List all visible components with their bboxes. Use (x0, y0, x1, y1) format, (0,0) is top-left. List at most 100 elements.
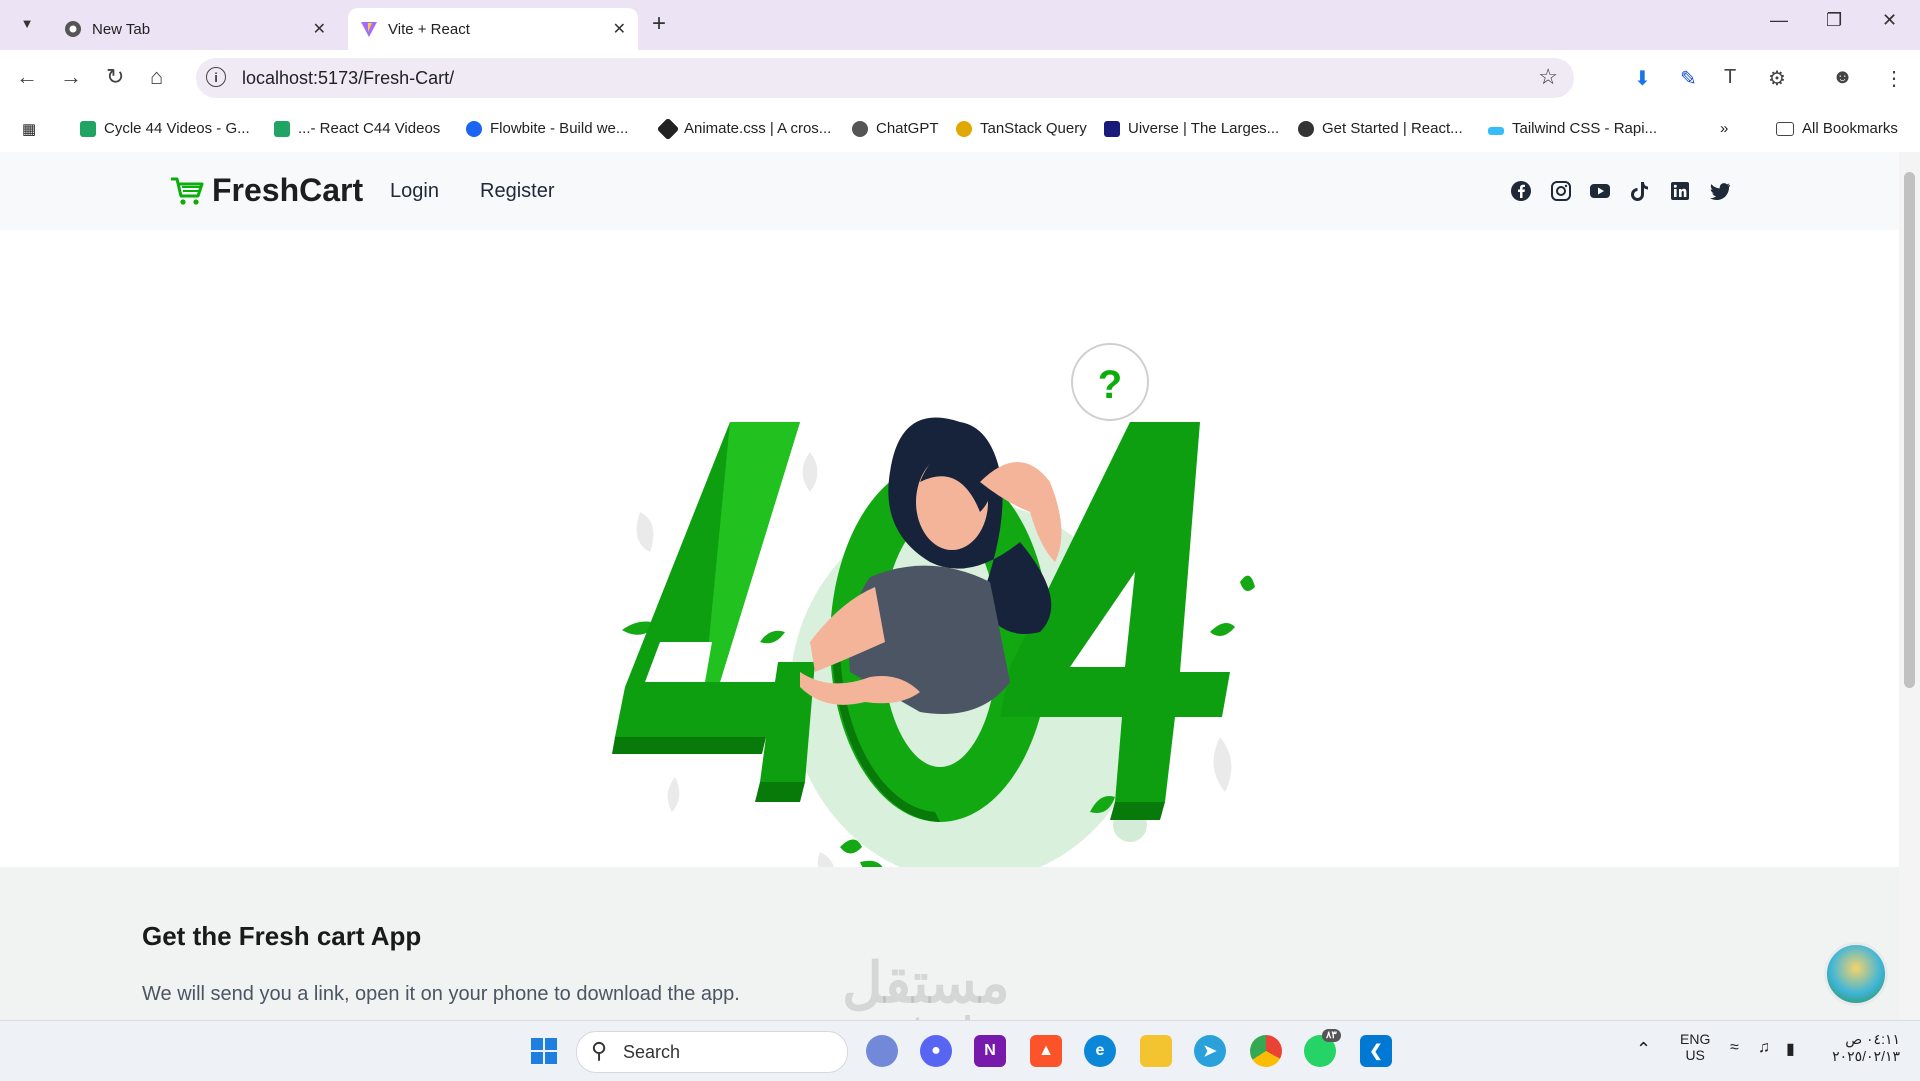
file-explorer-icon[interactable] (1140, 1035, 1172, 1067)
drive-icon (274, 120, 290, 137)
clock[interactable]: ٠٤:١١ ص ٢٠٢٥/٠٢/١٣ (1830, 1031, 1900, 1065)
all-bookmarks[interactable]: All Bookmarks (1776, 120, 1898, 137)
brand-name: FreshCart (212, 172, 364, 208)
question-mark: ? (1098, 363, 1122, 407)
minimize-icon[interactable]: — (1770, 10, 1788, 31)
decor-leaf (636, 512, 654, 552)
language-indicator[interactable]: ENG US (1680, 1031, 1710, 1063)
tab-strip: ▼ New Tab ✕ Vite + React ✕ + — ❐ ✕ (0, 0, 1920, 50)
green-leaf (1210, 623, 1235, 636)
digit-four-left (612, 422, 815, 802)
bookmark-item[interactable]: Flowbite - Build we... (466, 120, 628, 137)
facebook-icon[interactable] (1510, 180, 1532, 202)
onenote-icon[interactable]: N (974, 1035, 1006, 1067)
youtube-icon[interactable] (1589, 180, 1611, 202)
decor-leaf (1213, 737, 1232, 792)
pen-extension-icon[interactable]: ✎ (1680, 66, 1697, 91)
scrollbar-thumb[interactable] (1904, 172, 1915, 688)
page-viewport: FreshCart Login Register ? Get the Fresh… (0, 152, 1899, 1020)
search-label: Search (623, 1042, 681, 1062)
site-navbar: FreshCart Login Register (0, 152, 1899, 230)
uiverse-icon (1104, 120, 1120, 137)
whatsapp-badge: ٨٣ (1322, 1029, 1341, 1042)
chrome-taskbar-icon[interactable] (1250, 1035, 1282, 1067)
not-found-illustration: ? (612, 343, 1255, 886)
home-icon[interactable]: ⌂ (150, 64, 163, 90)
figma-icon[interactable] (866, 1035, 898, 1067)
battery-icon[interactable]: ▮ (1786, 1039, 1795, 1059)
green-leaf (840, 839, 862, 854)
drive-icon (80, 120, 96, 137)
address-bar[interactable]: i localhost:5173/Fresh-Cart/ ☆ (196, 58, 1574, 98)
chrome-icon (64, 20, 82, 38)
close-icon[interactable]: ✕ (313, 19, 326, 39)
chevron-up-icon[interactable]: ⌃ (1636, 1039, 1651, 1060)
folder-icon (1776, 121, 1794, 136)
apps-grid-icon[interactable]: ▦ (22, 120, 36, 138)
bookmark-item[interactable]: Get Started | React... (1298, 120, 1463, 137)
floating-avatar-button[interactable] (1824, 942, 1888, 1006)
login-link[interactable]: Login (390, 180, 439, 203)
bookmark-item[interactable]: Animate.css | A cros... (656, 117, 831, 140)
chatgpt-icon (852, 120, 868, 137)
bookmark-star-icon[interactable]: ☆ (1538, 64, 1558, 90)
reload-icon[interactable]: ↻ (106, 64, 124, 90)
back-icon[interactable]: ← (16, 64, 38, 90)
question-bubble: ? (1071, 343, 1149, 421)
instagram-icon[interactable] (1550, 180, 1572, 202)
twitter-icon[interactable] (1709, 180, 1731, 202)
animate-icon (656, 117, 680, 140)
tab-search-button[interactable]: ▼ (14, 10, 40, 36)
window-close-icon[interactable]: ✕ (1882, 10, 1897, 31)
windows-start-icon[interactable] (528, 1035, 560, 1067)
tab-vite-react[interactable]: Vite + React ✕ (348, 8, 638, 50)
tanstack-icon (956, 120, 972, 137)
menu-icon[interactable]: ⋮ (1884, 66, 1904, 91)
bookmark-item[interactable]: Tailwind CSS - Rapi... (1488, 120, 1657, 137)
linkedin-icon[interactable] (1669, 180, 1691, 202)
decor-leaf (667, 777, 680, 812)
windows-taskbar: ⚲ Search ● N ▲ e ➤ ٨٣ ❮ ⌃ ENG US ≈ ♫ ▮ ٠… (0, 1020, 1920, 1081)
discord-icon[interactable]: ● (920, 1035, 952, 1067)
site-info-icon[interactable]: i (206, 67, 226, 87)
chevron-down-icon: ▼ (20, 15, 34, 31)
text-extension-icon[interactable]: T (1724, 66, 1736, 89)
more-bookmarks-icon[interactable]: » (1720, 120, 1728, 137)
green-leaf (760, 630, 785, 644)
volume-icon[interactable]: ♫ (1758, 1039, 1770, 1057)
vite-icon (360, 20, 378, 38)
bookmarks-bar: ▦ Cycle 44 Videos - G... ...- React C44 … (0, 108, 1920, 153)
footer-text: We will send you a link, open it on your… (142, 983, 740, 1005)
react-icon (1298, 120, 1314, 137)
forward-icon[interactable]: → (60, 64, 82, 90)
bookmark-item[interactable]: TanStack Query (956, 120, 1087, 137)
url-text[interactable]: localhost:5173/Fresh-Cart/ (242, 68, 454, 89)
bookmark-item[interactable]: Cycle 44 Videos - G... (80, 120, 250, 137)
close-icon[interactable]: ✕ (613, 19, 626, 39)
telegram-icon[interactable]: ➤ (1194, 1035, 1226, 1067)
decor-leaf (802, 452, 818, 492)
bookmark-item[interactable]: ChatGPT (852, 120, 939, 137)
whatsapp-icon[interactable]: ٨٣ (1304, 1029, 1341, 1067)
tab-title: New Tab (92, 20, 151, 38)
profile-avatar[interactable]: ☻ (1832, 66, 1853, 89)
page-scrollbar[interactable] (1899, 152, 1920, 1020)
extensions-icon[interactable]: ⚙ (1768, 66, 1786, 91)
restore-icon[interactable]: ❐ (1826, 10, 1842, 31)
wifi-icon[interactable]: ≈ (1730, 1039, 1739, 1057)
flowbite-icon (466, 120, 482, 137)
watermark-arabic: مستقل (842, 951, 1010, 1014)
vscode-icon[interactable]: ❮ (1360, 1035, 1392, 1067)
register-link[interactable]: Register (480, 180, 554, 203)
tab-new-tab[interactable]: New Tab ✕ (52, 8, 338, 50)
edge-icon[interactable]: e (1084, 1035, 1116, 1067)
tiktok-icon[interactable] (1629, 180, 1651, 202)
brave-icon[interactable]: ▲ (1030, 1035, 1062, 1067)
bookmark-item[interactable]: ...- React C44 Videos (274, 120, 440, 137)
taskbar-search[interactable]: ⚲ Search (576, 1031, 848, 1073)
brand-logo[interactable]: FreshCart (170, 172, 363, 209)
download-icon[interactable]: ⬇ (1634, 66, 1651, 91)
bookmark-item[interactable]: Uiverse | The Larges... (1104, 120, 1279, 137)
new-tab-button[interactable]: + (652, 10, 666, 38)
browser-toolbar: ← → ↻ ⌂ i localhost:5173/Fresh-Cart/ ☆ ⬇… (0, 50, 1920, 108)
